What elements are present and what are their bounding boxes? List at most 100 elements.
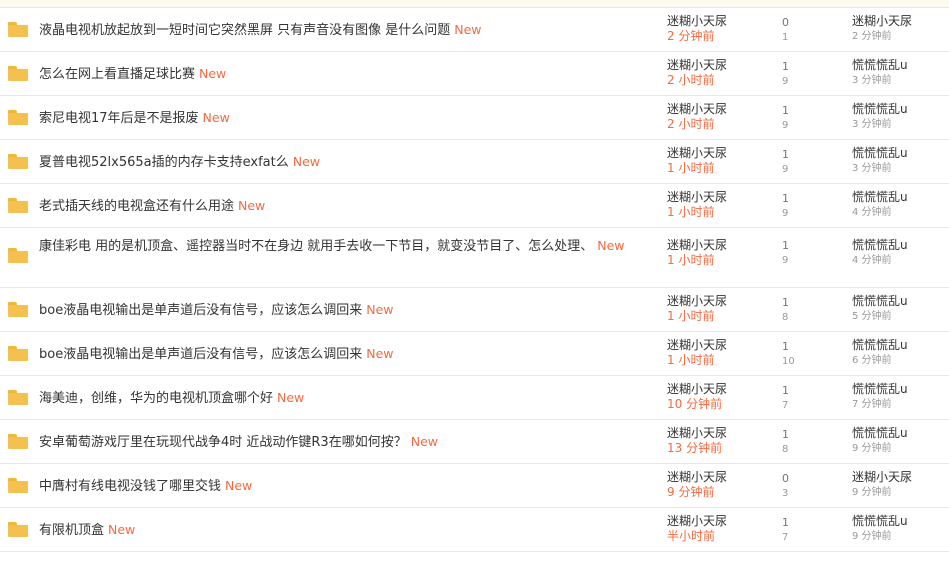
thread-title-link[interactable]: 安卓葡萄游戏厅里在玩现代战争4时 近战动作键R3在哪如何按？ [39,435,407,450]
last-poster-name[interactable]: 慌慌慌乱u [852,294,949,309]
author-name[interactable]: 迷糊小天尿 [667,470,777,485]
thread-title-cell: boe液晶电视输出是单声道后没有信号，应该怎么调回来 New [39,301,659,320]
table-row: 中膺村有线电视没钱了哪里交钱 New 迷糊小天尿 9 分钟前 03 迷糊小天尿 9 分… [0,464,949,508]
last-post-time[interactable]: 9 分钟前 [852,441,949,456]
view-count: 1 [782,32,789,43]
last-post-cell: 慌慌慌乱u 3 分钟前 [852,146,949,176]
author-name[interactable]: 迷糊小天尿 [667,514,777,529]
folder-icon [8,346,28,361]
author-name[interactable]: 迷糊小天尿 [667,426,777,441]
thread-title-link[interactable]: 夏普电视52lx565a插的内存卡支持exfat么 [39,155,289,170]
author-name[interactable]: 迷糊小天尿 [667,102,777,117]
new-badge: New [454,22,482,37]
last-post-time[interactable]: 6 分钟前 [852,353,949,368]
author-name[interactable]: 迷糊小天尿 [667,382,777,397]
author-cell: 迷糊小天尿 2 小时前 [667,102,777,132]
last-poster-name[interactable]: 慌慌慌乱u [852,514,949,529]
last-post-time[interactable]: 2 分钟前 [852,29,949,44]
last-poster-name[interactable]: 慌慌慌乱u [852,382,949,397]
author-name[interactable]: 迷糊小天尿 [667,238,777,253]
last-post-cell: 慌慌慌乱u 4 分钟前 [852,190,949,220]
thread-title-link[interactable]: 老式插天线的电视盒还有什么用途 [39,199,234,214]
last-poster-name[interactable]: 慌慌慌乱u [852,426,949,441]
last-post-time[interactable]: 9 分钟前 [852,485,949,500]
thread-title-link[interactable]: 怎么在网上看直播足球比赛 [39,67,195,82]
new-badge: New [366,346,394,361]
last-poster-name[interactable]: 慌慌慌乱u [852,58,949,73]
last-post-cell: 慌慌慌乱u 9 分钟前 [852,514,949,544]
author-cell: 迷糊小天尿 1 小时前 [667,190,777,220]
folder-icon [8,66,28,81]
author-name[interactable]: 迷糊小天尿 [667,294,777,309]
last-post-time[interactable]: 3 分钟前 [852,73,949,88]
thread-title-cell: 夏普电视52lx565a插的内存卡支持exfat么 New [39,153,659,172]
last-post-time[interactable]: 3 分钟前 [852,117,949,132]
last-poster-name[interactable]: 迷糊小天尿 [852,470,949,485]
view-count: 3 [782,488,789,499]
counts-cell: 17 [782,383,822,413]
new-badge: New [292,154,320,169]
reply-count: 0 [782,472,789,485]
post-time: 1 小时前 [667,205,715,219]
last-poster-name[interactable]: 慌慌慌乱u [852,146,949,161]
thread-title-cell: 老式插天线的电视盒还有什么用途 New [39,197,659,216]
reply-count: 1 [782,60,789,73]
folder-icon [8,522,28,537]
thread-title-link[interactable]: 有限机顶盒 [39,523,104,538]
last-post-time[interactable]: 7 分钟前 [852,397,949,412]
author-cell: 迷糊小天尿 2 小时前 [667,58,777,88]
author-name[interactable]: 迷糊小天尿 [667,146,777,161]
author-cell: 迷糊小天尿 半小时前 [667,514,777,544]
last-post-cell: 迷糊小天尿 2 分钟前 [852,14,949,44]
table-row: 海美迪，创维，华为的电视机顶盒哪个好 New 迷糊小天尿 10 分钟前 17 慌慌慌… [0,376,949,420]
author-name[interactable]: 迷糊小天尿 [667,190,777,205]
last-post-time[interactable]: 4 分钟前 [852,253,949,268]
thread-list: 液晶电视机放起放到一短时间它突然黑屏 只有声音没有图像 是什么问题 New 迷糊小… [0,8,949,552]
reply-count: 1 [782,384,789,397]
last-poster-name[interactable]: 迷糊小天尿 [852,14,949,29]
reply-count: 1 [782,104,789,117]
last-post-time[interactable]: 9 分钟前 [852,529,949,544]
last-poster-name[interactable]: 慌慌慌乱u [852,338,949,353]
new-badge: New [108,522,136,537]
table-row: 康佳彩电 用的是机顶盒、遥控器当时不在身边 就用手去收一下节目，就变没节目了、怎… [0,228,949,288]
new-badge: New [202,110,230,125]
last-post-time[interactable]: 5 分钟前 [852,309,949,324]
author-cell: 迷糊小天尿 1 小时前 [667,338,777,368]
last-poster-name[interactable]: 慌慌慌乱u [852,190,949,205]
last-post-time[interactable]: 4 分钟前 [852,205,949,220]
thread-title-link[interactable]: boe液晶电视输出是单声道后没有信号，应该怎么调回来 [39,347,362,362]
author-name[interactable]: 迷糊小天尿 [667,14,777,29]
author-name[interactable]: 迷糊小天尿 [667,58,777,73]
counts-cell: 17 [782,515,822,545]
thread-title-link[interactable]: 海美迪，创维，华为的电视机顶盒哪个好 [39,391,273,406]
author-cell: 迷糊小天尿 13 分钟前 [667,426,777,456]
folder-icon [8,302,28,317]
thread-title-link[interactable]: boe液晶电视输出是单声道后没有信号，应该怎么调回来 [39,303,362,318]
post-time: 9 分钟前 [667,485,715,499]
thread-title-link[interactable]: 康佳彩电 用的是机顶盒、遥控器当时不在身边 就用手去收一下节目，就变没节目了、怎… [39,239,593,254]
counts-cell: 19 [782,59,822,89]
reply-count: 1 [782,192,789,205]
last-post-cell: 迷糊小天尿 9 分钟前 [852,470,949,500]
table-row: boe液晶电视输出是单声道后没有信号，应该怎么调回来 New 迷糊小天尿 1 小时前… [0,332,949,376]
last-post-cell: 慌慌慌乱u 3 分钟前 [852,102,949,132]
thread-title-link[interactable]: 中膺村有线电视没钱了哪里交钱 [39,479,221,494]
last-post-time[interactable]: 3 分钟前 [852,161,949,176]
author-name[interactable]: 迷糊小天尿 [667,338,777,353]
thread-title-link[interactable]: 液晶电视机放起放到一短时间它突然黑屏 只有声音没有图像 是什么问题 [39,23,450,38]
last-post-cell: 慌慌慌乱u 5 分钟前 [852,294,949,324]
reply-count: 1 [782,239,789,252]
table-row: 夏普电视52lx565a插的内存卡支持exfat么 New 迷糊小天尿 1 小时前 … [0,140,949,184]
folder-icon [8,390,28,405]
last-poster-name[interactable]: 慌慌慌乱u [852,238,949,253]
post-time: 13 分钟前 [667,441,723,455]
table-row: 老式插天线的电视盒还有什么用途 New 迷糊小天尿 1 小时前 19 慌慌慌乱u 4 … [0,184,949,228]
last-poster-name[interactable]: 慌慌慌乱u [852,102,949,117]
folder-icon [8,154,28,169]
thread-title-link[interactable]: 索尼电视17年后是不是报废 [39,111,199,126]
new-badge: New [225,478,253,493]
thread-title-cell: 中膺村有线电视没钱了哪里交钱 New [39,477,659,496]
thread-title-cell: 安卓葡萄游戏厅里在玩现代战争4时 近战动作键R3在哪如何按？ New [39,433,659,452]
view-count: 9 [782,164,789,175]
